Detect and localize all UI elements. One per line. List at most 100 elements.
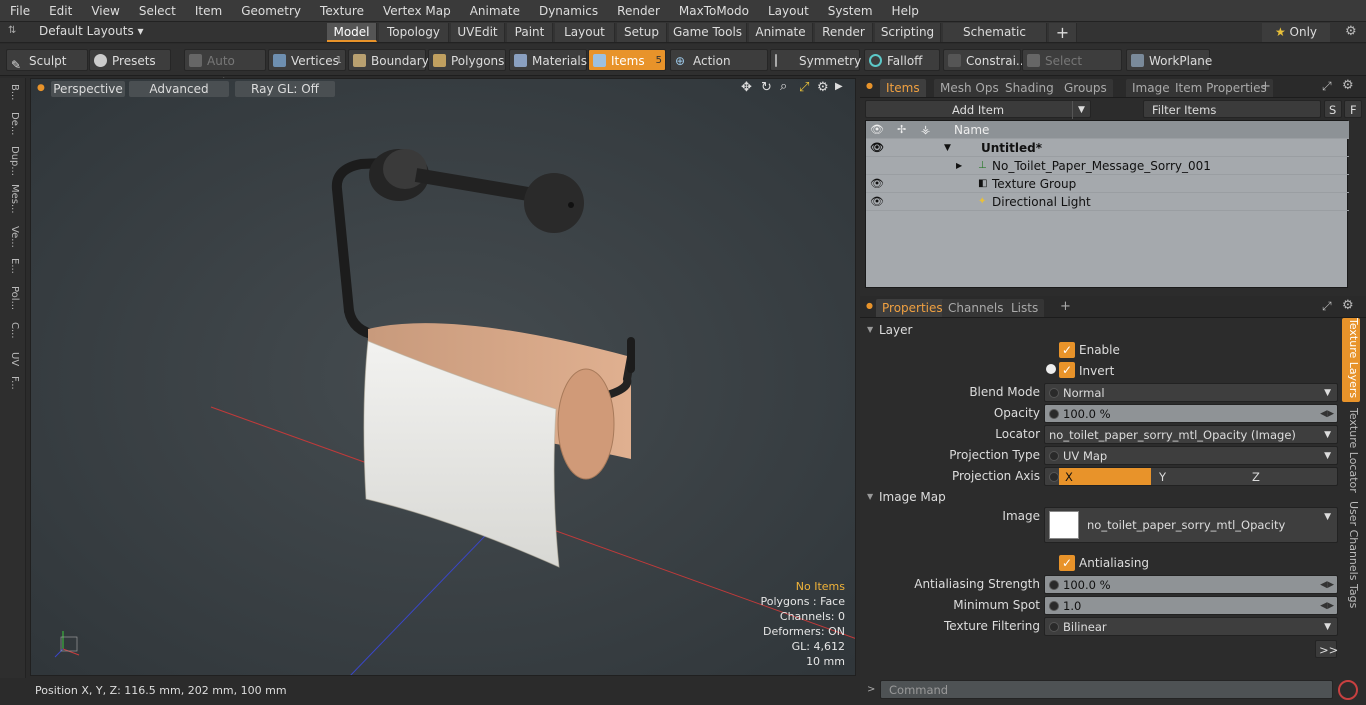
left-tab-polygon[interactable]: Pol... [4, 286, 20, 310]
locator-select[interactable]: no_toilet_paper_sorry_mtl_Opacity (Image… [1044, 425, 1338, 461]
perspective-button[interactable]: Perspective [51, 81, 125, 97]
menu-layout[interactable]: Layout [758, 0, 818, 22]
antialiasing-checkbox[interactable]: ✓ [1059, 555, 1075, 571]
gear-icon[interactable]: ⚙ [1345, 24, 1357, 39]
tab-layout[interactable]: Layout [555, 23, 615, 42]
layer-section[interactable]: Layer [865, 321, 1335, 339]
invert-checkbox[interactable]: ✓ [1059, 362, 1075, 378]
tab-schematic-fusion[interactable]: Schematic Fusion [943, 23, 1047, 58]
advanced-button[interactable]: Advanced [129, 81, 229, 97]
symmetry-button[interactable]: Symmetry [770, 49, 861, 71]
tab-scripting[interactable]: Scripting [875, 23, 941, 42]
maximize-icon[interactable]: ⤢ [799, 80, 809, 95]
slider-arrows-icon[interactable]: ◀▶ [1320, 576, 1334, 595]
filter-s-button[interactable]: S [1324, 100, 1342, 118]
item-row-mesh[interactable]: ▶ ⊥ No_Toilet_Paper_Message_Sorry_001 [866, 157, 1349, 175]
tab-animate[interactable]: Animate [749, 23, 813, 42]
tab-shading[interactable]: Shading [999, 79, 1060, 97]
menu-item[interactable]: Item [185, 0, 231, 22]
side-tab-texture-locator[interactable]: Texture Locator [1342, 408, 1360, 493]
tab-render[interactable]: Render [815, 23, 873, 42]
item-row-light[interactable]: 👁 ✦ Directional Light [866, 193, 1349, 211]
tab-setup[interactable]: Setup [617, 23, 667, 42]
eye-icon[interactable]: 👁 [870, 139, 884, 157]
eye-icon[interactable]: 👁 [870, 175, 884, 193]
menu-file[interactable]: File [0, 0, 39, 22]
side-tab-user-channels[interactable]: User Channels [1342, 501, 1360, 580]
tab-channels[interactable]: Channels [942, 299, 1010, 317]
invert-radio[interactable] [1046, 364, 1056, 374]
left-tab-uv[interactable]: UV [4, 352, 20, 366]
slider-arrows-icon[interactable]: ◀▶ [1320, 597, 1334, 616]
viewport-gear-icon[interactable]: ⚙ [817, 80, 829, 95]
constraints-button[interactable]: Constrai... [943, 49, 1027, 71]
tab-lists[interactable]: Lists [1005, 299, 1045, 317]
tab-groups[interactable]: Groups [1058, 79, 1113, 97]
items-gear-icon[interactable]: ⚙ [1342, 78, 1354, 93]
left-tab-fusion[interactable]: F... [4, 376, 20, 390]
select-through-button[interactable]: Select Through [1022, 49, 1122, 90]
left-tab-mesh[interactable]: Mes... [4, 184, 20, 214]
action-center-button[interactable]: ⊕Action Center [670, 49, 768, 90]
3d-viewport[interactable]: ● Perspective Advanced Ray GL: Off ✥ ↻ ⌕… [30, 78, 856, 676]
command-input[interactable]: Command [880, 680, 1333, 699]
left-tab-basic[interactable]: B... [4, 84, 20, 100]
zoom-icon[interactable]: ⌕ [780, 79, 787, 94]
ray-gl-button[interactable]: Ray GL: Off [235, 81, 335, 97]
vertices-button[interactable]: Vertices 1 [268, 49, 346, 71]
eye-icon[interactable]: 👁 [870, 193, 884, 211]
menu-help[interactable]: Help [882, 0, 928, 22]
tab-items[interactable]: Items [880, 79, 926, 97]
tex-filter-select[interactable]: Bilinear ▼ [1044, 617, 1338, 636]
blend-mode-select[interactable]: Normal ▼ [1044, 383, 1338, 402]
tab-uvedit[interactable]: UVEdit [451, 23, 505, 42]
left-tab-edge[interactable]: E... [4, 258, 20, 274]
add-props-tab-button[interactable]: + [1060, 299, 1071, 314]
item-row-scene[interactable]: 👁 ▼ Untitled* [866, 139, 1349, 157]
filter-f-button[interactable]: F [1344, 100, 1362, 118]
tab-item-properties[interactable]: Item Properties [1169, 79, 1273, 97]
image-map-section[interactable]: Image Map [865, 488, 1335, 506]
menu-geometry[interactable]: Geometry [231, 0, 310, 22]
menu-dynamics[interactable]: Dynamics [529, 0, 607, 22]
sculpt-button[interactable]: ✎ Sculpt [6, 49, 88, 72]
menu-system[interactable]: System [818, 0, 882, 22]
polygons-button[interactable]: Polygons [428, 49, 506, 71]
menu-vertex-map[interactable]: Vertex Map [373, 0, 460, 22]
tab-topology[interactable]: Topology [379, 23, 449, 42]
materials-button[interactable]: Materials [509, 49, 587, 71]
projection-type-select[interactable]: UV Map ▼ [1044, 446, 1338, 465]
rotate-icon[interactable]: ↻ [761, 80, 772, 95]
menu-edit[interactable]: Edit [39, 0, 81, 22]
filter-items-input[interactable]: Filter Items [1143, 100, 1321, 118]
auto-select-button[interactable]: Auto Select [184, 49, 266, 90]
side-tab-texture-layers[interactable]: Texture Layers [1342, 318, 1360, 402]
min-spot-slider[interactable]: 1.0 ◀▶ [1044, 596, 1338, 615]
opacity-slider[interactable]: 100.0 % ◀▶ [1044, 404, 1338, 423]
move-icon[interactable]: ✥ [741, 80, 752, 95]
slider-arrows-icon[interactable]: ◀▶ [1320, 405, 1334, 424]
item-row-texture-group[interactable]: 👁 ◧ Texture Group [866, 175, 1349, 193]
items-button[interactable]: Items 5 [588, 49, 666, 71]
collapse-arrow-icon[interactable]: ▼ [944, 139, 951, 157]
expand-icon[interactable]: ⤢ [1322, 79, 1332, 94]
falloff-button[interactable]: Falloff [864, 49, 940, 71]
add-panel-tab-button[interactable]: + [1260, 79, 1271, 94]
tab-properties[interactable]: Properties [876, 299, 949, 317]
expand-arrow-icon[interactable]: ▶ [956, 157, 962, 175]
tab-mesh-ops[interactable]: Mesh Ops [934, 79, 1005, 97]
left-tab-curve[interactable]: C... [4, 322, 20, 339]
menu-view[interactable]: View [81, 0, 128, 22]
tab-model[interactable]: Model [327, 23, 377, 42]
left-tab-duplicate[interactable]: Dup... [4, 146, 20, 176]
tab-paint[interactable]: Paint [507, 23, 553, 42]
only-button[interactable]: ★ Only [1262, 23, 1330, 42]
menu-select[interactable]: Select [129, 0, 185, 22]
menu-maxtomodo[interactable]: MaxToModo [669, 0, 758, 22]
left-tab-deform[interactable]: De... [4, 112, 20, 135]
presets-button[interactable]: Presets [89, 49, 171, 71]
more-button[interactable]: >> [1315, 640, 1338, 658]
add-item-button[interactable]: Add Item ▼ [865, 100, 1091, 119]
record-macro-icon[interactable] [1338, 680, 1358, 700]
add-tab-button[interactable]: + [1049, 23, 1077, 42]
